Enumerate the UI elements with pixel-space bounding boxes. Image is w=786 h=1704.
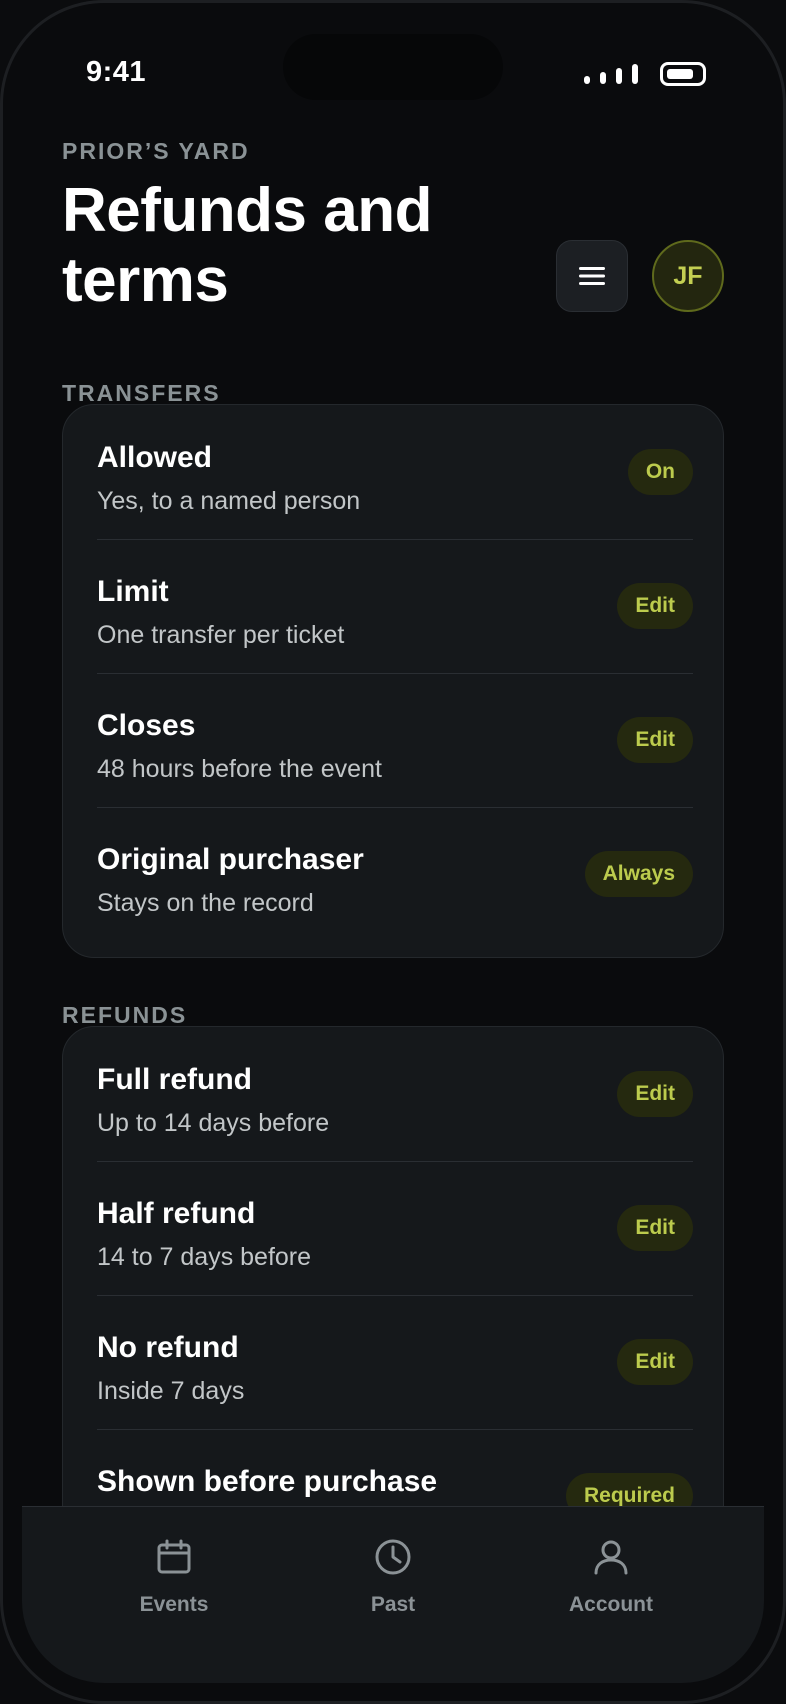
- edit-button[interactable]: Edit: [617, 1339, 693, 1385]
- status-bar: 9:41: [0, 0, 786, 150]
- tab-bar: Events Past Account: [22, 1506, 764, 1683]
- calendar-icon: [157, 1539, 191, 1574]
- setting-subtitle: One transfer per ticket: [97, 621, 345, 649]
- setting-subtitle: 14 to 7 days before: [97, 1243, 312, 1271]
- setting-title: No refund: [97, 1331, 239, 1364]
- transfers-card: Allowed Yes, to a named person On Limit …: [62, 404, 724, 958]
- clock-icon: [375, 1539, 411, 1575]
- edit-button[interactable]: Edit: [617, 717, 693, 763]
- setting-subtitle: 48 hours before the event: [97, 755, 382, 783]
- edit-button[interactable]: Edit: [617, 1205, 693, 1251]
- signal-icon: [584, 64, 640, 84]
- setting-title: Full refund: [97, 1063, 252, 1096]
- status-time: 9:41: [86, 56, 147, 88]
- setting-subtitle: Yes, to a named person: [97, 487, 361, 515]
- setting-title: Half refund: [97, 1197, 256, 1230]
- setting-title: Allowed: [97, 441, 213, 474]
- menu-button[interactable]: [556, 240, 628, 312]
- edit-button[interactable]: Edit: [617, 583, 693, 629]
- tab-events[interactable]: Events: [94, 1537, 254, 1637]
- tab-label: Events: [139, 1593, 209, 1616]
- setting-row-allowed[interactable]: Allowed Yes, to a named person On: [97, 405, 693, 540]
- section-label-refunds: REFUNDS: [62, 1002, 188, 1028]
- setting-title: Shown before purchase: [97, 1465, 438, 1498]
- setting-subtitle: Inside 7 days: [97, 1377, 245, 1405]
- dynamic-island: [283, 34, 503, 100]
- setting-row-closes[interactable]: Closes 48 hours before the event Edit: [97, 673, 693, 808]
- edit-button[interactable]: Edit: [617, 1071, 693, 1117]
- tab-past[interactable]: Past: [313, 1537, 473, 1637]
- setting-row-no-refund[interactable]: No refund Inside 7 days Edit: [97, 1295, 693, 1430]
- setting-row-half-refund[interactable]: Half refund 14 to 7 days before Edit: [97, 1161, 693, 1296]
- setting-subtitle: Up to 14 days before: [97, 1109, 330, 1137]
- avatar[interactable]: JF: [652, 240, 724, 312]
- section-label-transfers: TRANSFERS: [62, 380, 221, 406]
- setting-title: Original purchaser: [97, 843, 364, 876]
- battery-icon: [660, 62, 706, 86]
- status-badge: Always: [584, 851, 693, 897]
- tab-account[interactable]: Account: [531, 1537, 691, 1637]
- setting-title: Closes: [97, 709, 196, 742]
- hamburger-icon: [579, 267, 605, 285]
- setting-title: Limit: [97, 575, 169, 608]
- tab-label: Account: [569, 1593, 653, 1616]
- page-title: Refunds and terms: [62, 176, 432, 315]
- person-icon: [594, 1540, 628, 1575]
- venue-name: PRIOR’S YARD: [62, 138, 250, 164]
- setting-subtitle: Stays on the record: [97, 889, 314, 917]
- setting-row-limit[interactable]: Limit One transfer per ticket Edit: [97, 539, 693, 674]
- setting-row-full-refund[interactable]: Full refund Up to 14 days before Edit: [97, 1027, 693, 1162]
- phone-frame: 9:41 PRIOR’S YARD Refunds and terms JF T…: [0, 0, 786, 1704]
- setting-row-original-purchaser[interactable]: Original purchaser Stays on the record A…: [97, 807, 693, 941]
- toggle-pill[interactable]: On: [627, 449, 693, 495]
- tab-label: Past: [370, 1593, 416, 1616]
